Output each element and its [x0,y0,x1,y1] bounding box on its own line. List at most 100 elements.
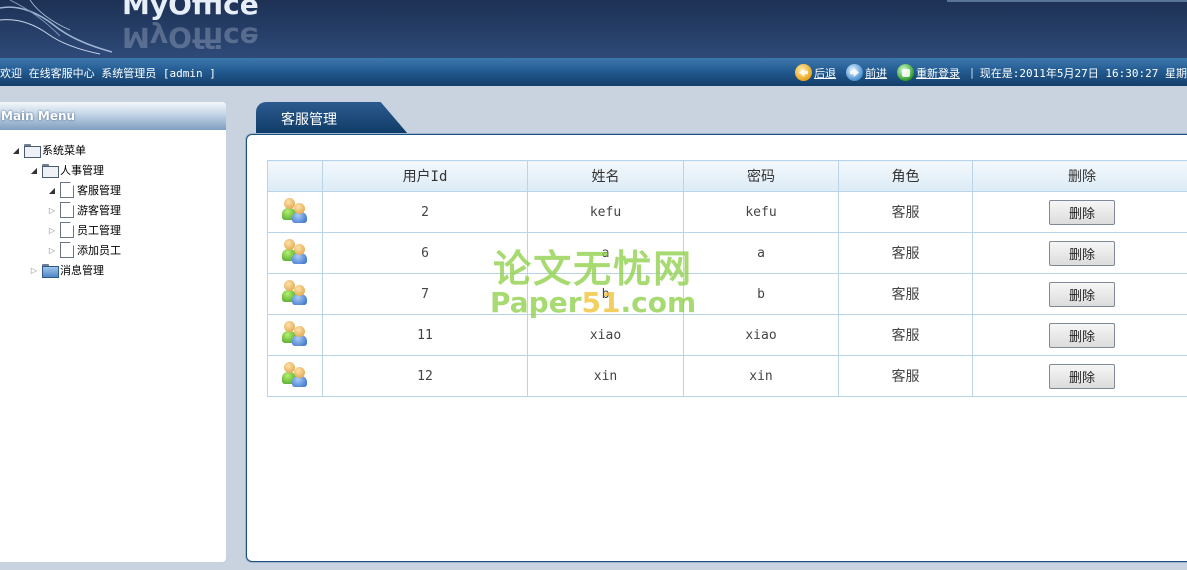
password-cell: xiao [683,314,839,356]
app-header: MyOffice MyOffice [0,0,1187,58]
logo-graphic [0,0,113,55]
collapsed-arrow-icon[interactable]: ▷ [48,246,56,255]
users-icon [282,197,308,223]
delete-button[interactable]: 删除 [1049,240,1115,266]
user-cell [267,232,323,274]
tree-label-kefu: 客服管理 [77,184,121,197]
password-cell: b [683,273,839,315]
collapsed-arrow-icon[interactable]: ▷ [48,226,56,235]
main-panel: 用户Id 姓名 密码 角色 删除 2 kefu kefu 客服 删除 6 a a [246,134,1187,562]
role-cell: 客服 [838,191,973,233]
table-row: 6 a a 客服 删除 [267,232,1187,274]
table-row: 7 b b 客服 删除 [267,273,1187,315]
column-header-id: 用户Id [322,160,528,192]
tree-node-add-employee[interactable]: ▷ 添加员工 [48,242,121,258]
id-cell: 12 [322,355,528,397]
tree-node-visitor[interactable]: ▷ 游客管理 [48,202,121,218]
sidebar: Main Menu ◢ 系统菜单 ◢ 人事管理 ◢ 客服管理 ▷ 游客管理 ▷ … [0,102,226,562]
users-icon [282,238,308,264]
user-cell [267,314,323,356]
document-icon [60,242,74,258]
column-header-icon [267,160,323,192]
user-table: 用户Id 姓名 密码 角色 删除 2 kefu kefu 客服 删除 6 a a [267,160,1187,397]
forward-label: 前进 [865,66,888,80]
tree-label-employee: 员工管理 [77,224,121,237]
tree-label-visitor: 游客管理 [77,204,121,217]
delete-button[interactable]: 删除 [1049,363,1115,389]
delete-cell: 删除 [972,232,1187,274]
name-cell: a [527,232,684,274]
current-datetime: 现在是:2011年5月27日 16:30:27 星期 [979,66,1187,80]
delete-button[interactable]: 删除 [1049,281,1115,307]
folder-icon [42,163,59,178]
sidebar-title: Main Menu [0,102,226,130]
tree-label-add-employee: 添加员工 [77,244,121,257]
tree-node-hr[interactable]: ◢ 人事管理 [30,162,104,178]
column-header-delete: 删除 [972,160,1187,192]
users-icon [282,279,308,305]
users-icon [282,361,308,387]
role-cell: 客服 [838,232,973,274]
tree-node-kefu[interactable]: ◢ 客服管理 [48,182,121,198]
users-icon [282,320,308,346]
tree-label-messages: 消息管理 [60,264,104,277]
user-cell [267,191,323,233]
expanded-arrow-icon[interactable]: ◢ [48,186,56,195]
document-icon [60,182,74,198]
name-cell: kefu [527,191,684,233]
table-header-row: 用户Id 姓名 密码 角色 删除 [267,160,1187,192]
folder-icon [42,263,59,278]
delete-cell: 删除 [972,273,1187,315]
delete-cell: 删除 [972,191,1187,233]
forward-arrow-icon [846,64,864,81]
toolbar-separator: | [970,66,974,79]
back-button[interactable]: 后退 [795,64,836,81]
relogin-button[interactable]: 重新登录 [897,64,960,81]
name-cell: b [527,273,684,315]
header-divider [947,0,1187,2]
user-cell [267,273,323,315]
column-header-name: 姓名 [527,160,684,192]
tree-node-employee[interactable]: ▷ 员工管理 [48,222,121,238]
delete-button[interactable]: 删除 [1049,322,1115,348]
password-cell: kefu [683,191,839,233]
expanded-arrow-icon[interactable]: ◢ [12,146,20,155]
back-label: 后退 [814,66,837,80]
tree-node-messages[interactable]: ▷ 消息管理 [30,262,104,278]
user-cell [267,355,323,397]
table-row: 12 xin xin 客服 删除 [267,355,1187,397]
top-bar: 欢迎 在线客服中心 系统管理员 [admin ] 后退 前进 重新登录 | 现在… [0,58,1187,86]
app-logo: MyOffice [122,0,259,21]
top-toolbar: 后退 前进 重新登录 | 现在是:2011年5月27日 16:30:27 星期 [795,64,1187,81]
column-header-role: 角色 [838,160,973,192]
tree-node-root[interactable]: ◢ 系统菜单 [12,142,86,158]
password-cell: a [683,232,839,274]
forward-button[interactable]: 前进 [846,64,887,81]
back-arrow-icon [795,64,813,81]
column-header-password: 密码 [683,160,839,192]
welcome-text: 欢迎 在线客服中心 系统管理员 [admin ] [0,67,216,80]
id-cell: 7 [322,273,528,315]
collapsed-arrow-icon[interactable]: ▷ [48,206,56,215]
expanded-arrow-icon[interactable]: ◢ [30,166,38,175]
folder-icon [24,143,41,158]
relogin-label: 重新登录 [916,66,961,80]
id-cell: 2 [322,191,528,233]
delete-cell: 删除 [972,355,1187,397]
role-cell: 客服 [838,355,973,397]
role-cell: 客服 [838,273,973,315]
delete-button[interactable]: 删除 [1049,199,1115,225]
delete-cell: 删除 [972,314,1187,356]
password-cell: xin [683,355,839,397]
id-cell: 6 [322,232,528,274]
role-cell: 客服 [838,314,973,356]
collapsed-arrow-icon[interactable]: ▷ [30,266,38,275]
table-row: 11 xiao xiao 客服 删除 [267,314,1187,356]
table-row: 2 kefu kefu 客服 删除 [267,191,1187,233]
document-icon [60,202,74,218]
tree-label-root: 系统菜单 [42,144,86,157]
tab-kefu-management[interactable]: 客服管理 [256,102,408,134]
app-logo-reflection: MyOffice [122,22,259,54]
name-cell: xiao [527,314,684,356]
relogin-icon [897,64,915,81]
